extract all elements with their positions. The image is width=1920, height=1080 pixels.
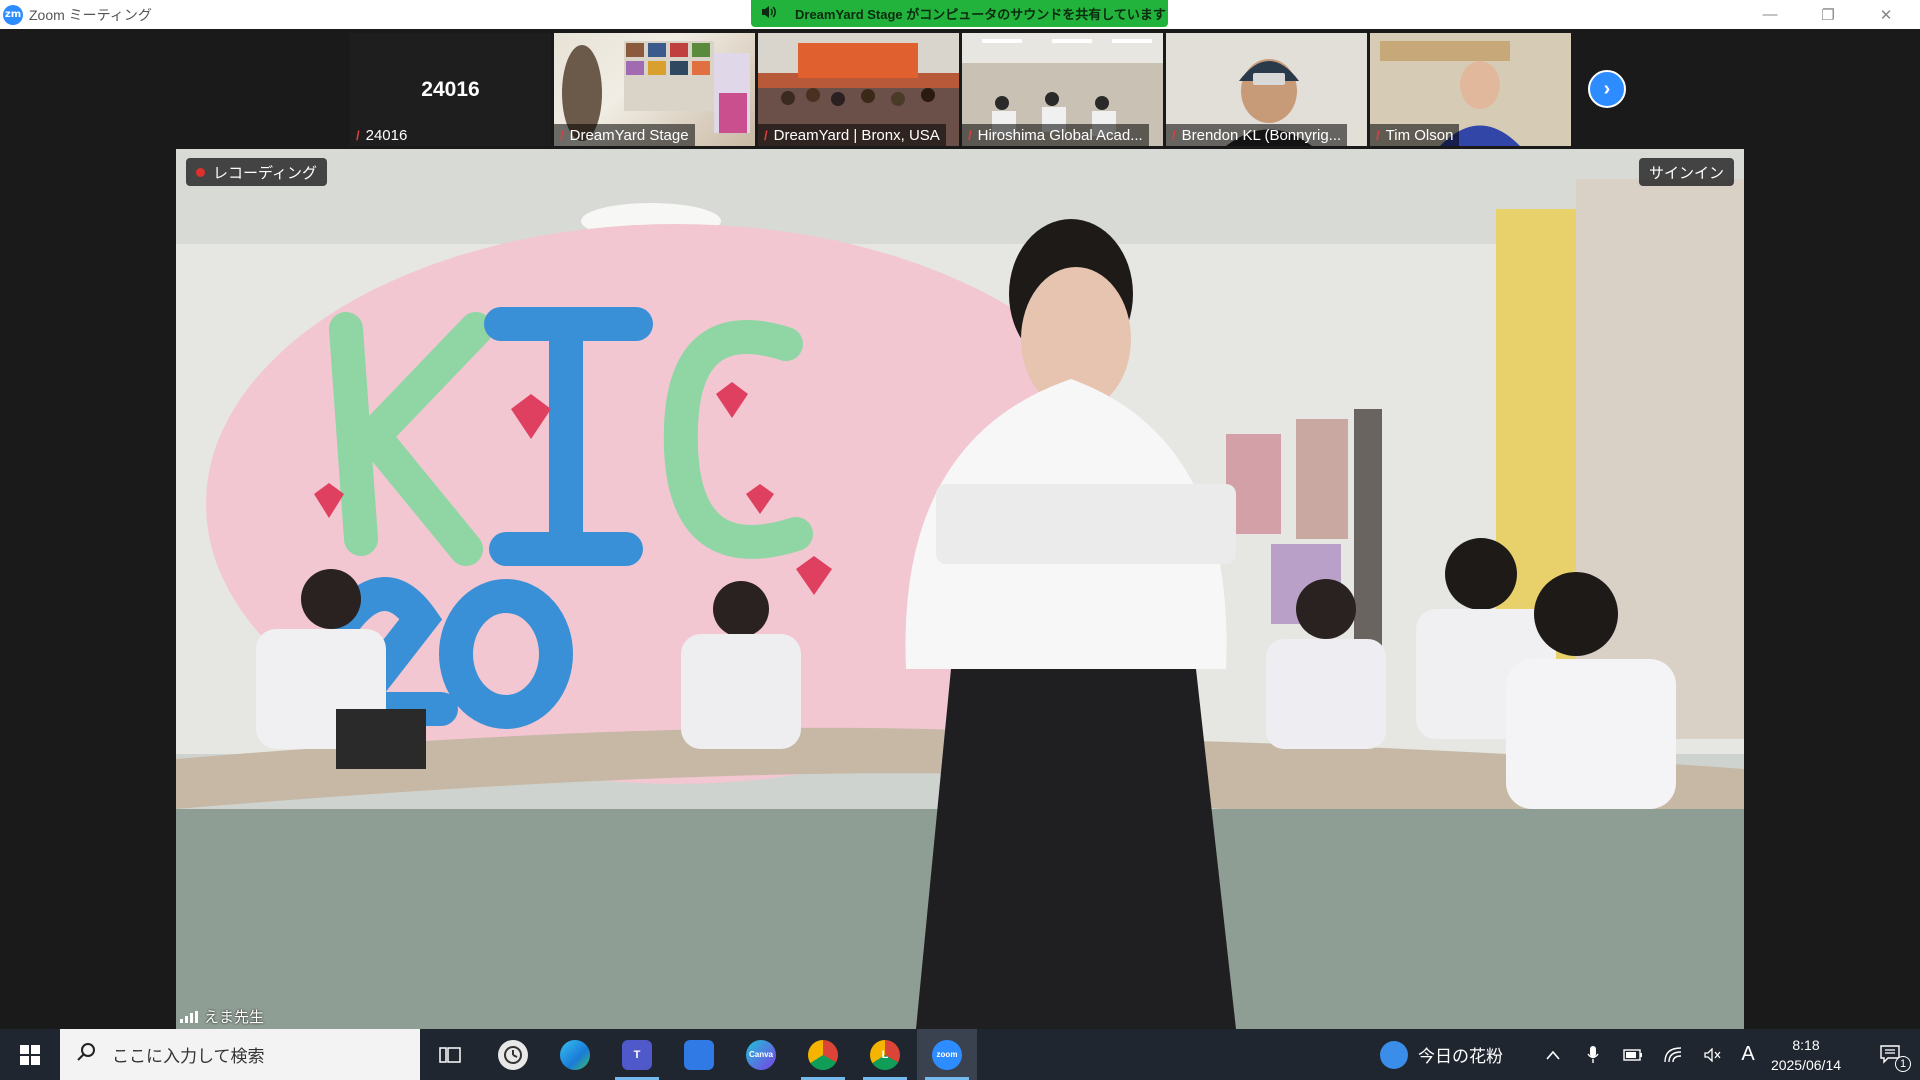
participant-label: DreamYard | Bronx, USA [773, 126, 940, 144]
participant-tile[interactable]: / DreamYard Stage [554, 33, 755, 146]
participant-label: Tim Olson [1385, 126, 1454, 144]
participant-label: Hiroshima Global Acad... [977, 126, 1143, 144]
speaker-icon [761, 5, 777, 22]
teams-icon: T [622, 1039, 652, 1070]
recording-badge[interactable]: レコーディング [186, 158, 327, 186]
clock-date: 2025/06/14 [1770, 1056, 1842, 1073]
chevron-up-icon [1546, 1050, 1560, 1060]
start-button[interactable] [0, 1029, 60, 1080]
participant-tile[interactable]: / DreamYard | Bronx, USA [758, 33, 959, 146]
search-placeholder: ここに入力して検索 [112, 1047, 265, 1066]
taskbar-app-canva[interactable]: Canva [731, 1029, 791, 1080]
recording-label: レコーディング [213, 164, 317, 182]
pollen-icon [1380, 1040, 1408, 1069]
participant-strip: 24016 / 24016 / DreamYard Stage / DreamYard… [0, 29, 1920, 149]
taskbar-app-teams[interactable]: T [607, 1029, 667, 1080]
weather-widget-label: 今日の花粉 [1418, 1047, 1503, 1066]
edge-icon [560, 1039, 590, 1070]
classroom-video-feed [176, 149, 1744, 1029]
taskbar-app-clock[interactable] [483, 1029, 543, 1080]
main-video: レコーディング サインイン えま先生 [176, 149, 1744, 1029]
speaker-name-label: えま先生 [204, 1009, 265, 1026]
battery-icon [1623, 1048, 1642, 1061]
search-icon [76, 1042, 100, 1068]
microphone-tray-button[interactable] [1578, 1029, 1608, 1080]
taskbar-app-zoom[interactable]: zoom [917, 1029, 977, 1080]
weather-widget[interactable]: 今日の花粉 [1380, 1029, 1503, 1080]
participant-tile[interactable]: / Tim Olson [1370, 33, 1571, 146]
mic-muted-icon: / [560, 127, 564, 143]
close-button[interactable]: ✕ [1858, 0, 1914, 29]
window-title: Zoom ミーティング [29, 6, 152, 23]
mic-muted-icon: / [1172, 127, 1176, 143]
share-banner[interactable]: DreamYard Stage がコンピュータのサウンドを共有しています [751, 0, 1168, 27]
active-speaker-name: えま先生 [180, 1006, 264, 1027]
recording-dot-icon [196, 167, 205, 177]
task-view-button[interactable] [420, 1029, 480, 1080]
mail-icon [684, 1039, 714, 1070]
chrome-icon [808, 1039, 838, 1070]
taskbar-app-mail[interactable] [669, 1029, 729, 1080]
signal-strength-icon [180, 1010, 198, 1023]
participant-label: 24016 [365, 126, 408, 144]
task-view-icon [439, 1046, 461, 1063]
notification-center-button[interactable]: 1 [1862, 1029, 1920, 1080]
taskbar-app-chrome[interactable] [793, 1029, 853, 1080]
taskbar-search-input[interactable]: ここに入力して検索 [60, 1029, 420, 1080]
notification-count-badge: 1 [1895, 1056, 1911, 1072]
mic-muted-icon: / [1376, 127, 1380, 143]
signin-button[interactable]: サインイン [1638, 158, 1734, 186]
volume-tray-button[interactable] [1698, 1029, 1728, 1080]
participant-tile[interactable]: 24016 / 24016 [350, 33, 551, 146]
clock-app-icon [498, 1039, 528, 1070]
mic-muted-icon: / [968, 127, 972, 143]
taskbar-app-chrome-profile[interactable]: L [855, 1029, 915, 1080]
zoom-icon: zoom [932, 1039, 962, 1070]
participant-label: Brendon KL (Bonnyrig... [1181, 126, 1342, 144]
battery-tray-button[interactable] [1618, 1029, 1648, 1080]
clock-time: 8:18 [1792, 1036, 1820, 1053]
mic-muted-icon: / [356, 127, 360, 143]
next-participants-button[interactable]: › [1588, 70, 1626, 108]
participant-label: DreamYard Stage [569, 126, 689, 144]
show-hidden-icons-button[interactable] [1538, 1029, 1568, 1080]
wifi-icon [1664, 1046, 1682, 1062]
participant-tile[interactable]: / Brendon KL (Bonnyrig... [1166, 33, 1367, 146]
participant-display-name: 24016 [421, 78, 480, 101]
windows-taskbar: ここに入力して検索 T Canva L zoom 今日の花粉 A 8:18 20… [0, 1029, 1920, 1080]
restore-button[interactable]: ❐ [1800, 0, 1856, 29]
volume-muted-icon [1704, 1047, 1721, 1062]
chrome-profile-icon: L [870, 1039, 900, 1070]
minimize-button[interactable]: — [1742, 0, 1798, 29]
zoom-logo-icon: zm [3, 4, 23, 25]
taskbar-app-edge[interactable] [545, 1029, 605, 1080]
ime-indicator[interactable]: A [1733, 1029, 1763, 1080]
microphone-icon [1587, 1045, 1599, 1063]
mic-muted-icon: / [764, 127, 768, 143]
participant-tile[interactable]: / Hiroshima Global Acad... [962, 33, 1163, 146]
network-tray-button[interactable] [1658, 1029, 1688, 1080]
canva-icon: Canva [746, 1039, 776, 1070]
taskbar-clock[interactable]: 8:18 2025/06/14 [1760, 1029, 1852, 1080]
windows-logo-icon [20, 1044, 40, 1065]
share-banner-text: DreamYard Stage がコンピュータのサウンドを共有しています [795, 7, 1166, 22]
